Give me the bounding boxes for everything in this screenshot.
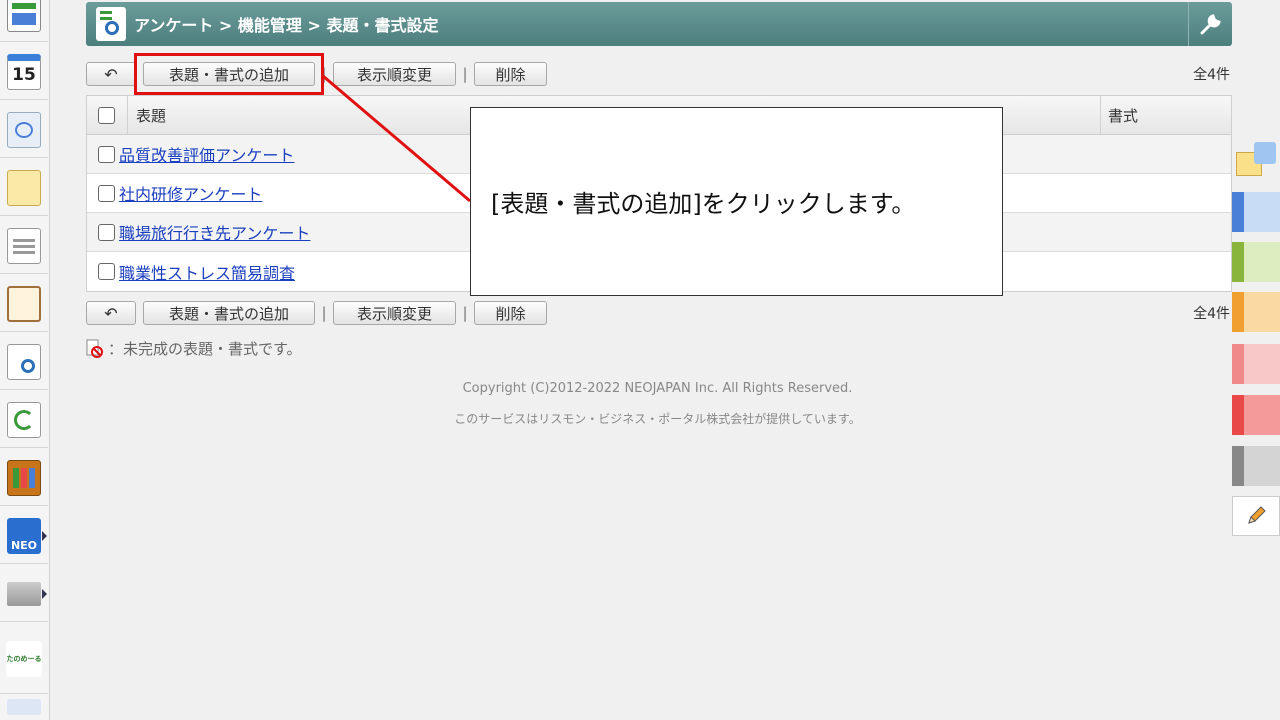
delete-button[interactable]: 削除: [474, 62, 547, 86]
sidebar-item-cabinet[interactable]: [0, 450, 48, 506]
expand-arrow-icon: [42, 530, 47, 541]
portal-icon: [7, 0, 41, 32]
incomplete-note: ：未完成の表題・書式です。: [86, 338, 302, 359]
sidebar-item-portal[interactable]: [0, 0, 48, 42]
sticky-note-icon[interactable]: [1232, 140, 1280, 188]
instruction-text: [表題・書式の追加]をクリックします。: [491, 190, 916, 218]
sidebar-item-partner[interactable]: [0, 694, 48, 720]
tanomu-logo-icon: たのめーる: [6, 640, 42, 677]
board-icon: [7, 227, 41, 264]
record-count: 全4件: [1193, 67, 1230, 83]
survey-icon: [7, 343, 41, 380]
memo-icon: [7, 169, 41, 206]
highlight-frame: [134, 53, 324, 95]
change-order-button[interactable]: 表示順変更: [333, 301, 456, 325]
column-header-format: 書式: [1108, 106, 1139, 125]
bottom-toolbar: ↶ 表題・書式の追加 | 表示順変更 | 削除 全4件: [86, 300, 1280, 326]
row-checkbox[interactable]: [98, 223, 115, 241]
column-header-title: 表題: [136, 106, 167, 125]
column-divider: [1100, 96, 1101, 134]
separator: |: [321, 304, 327, 322]
back-button[interactable]: ↶: [86, 301, 136, 325]
sidebar-item-neo[interactable]: NEO: [0, 508, 48, 564]
color-swatch-pink[interactable]: [1232, 344, 1280, 384]
row-checkbox[interactable]: [98, 184, 115, 202]
left-sidebar: 15 NEO たのめーる: [0, 0, 50, 720]
color-swatch-red[interactable]: [1232, 395, 1280, 435]
folder-icon: [7, 581, 41, 606]
survey-icon: [96, 7, 126, 41]
page-header: アンケート > 機能管理 > 表題・書式設定: [86, 2, 1232, 46]
neo-icon: NEO: [7, 517, 41, 554]
clipboard-icon: [7, 285, 41, 322]
survey-title-link[interactable]: 社内研修アンケート: [119, 181, 262, 205]
cabinet-icon: [7, 459, 41, 496]
neo-label: NEO: [10, 538, 38, 552]
sidebar-item-board[interactable]: [0, 218, 48, 274]
incomplete-note-text: ：未完成の表題・書式です。: [108, 340, 302, 358]
wrench-icon[interactable]: [1188, 2, 1232, 46]
change-order-button[interactable]: 表示順変更: [333, 62, 456, 86]
delete-button[interactable]: 削除: [474, 301, 547, 325]
survey-title-link[interactable]: 職業性ストレス簡易調査: [119, 260, 295, 284]
sidebar-item-facility[interactable]: [0, 102, 48, 158]
pencil-icon[interactable]: [1232, 496, 1280, 536]
tanomu-label: たのめーる: [6, 654, 42, 663]
survey-title-link[interactable]: 品質改善評価アンケート: [119, 142, 294, 166]
sidebar-item-memo[interactable]: [0, 160, 48, 216]
record-count: 全4件: [1193, 306, 1230, 322]
separator: |: [462, 304, 468, 322]
back-arrow-icon: ↶: [104, 303, 118, 323]
calendar-day: 15: [12, 64, 36, 85]
row-checkbox[interactable]: [98, 263, 115, 280]
partner-logo-icon: [7, 699, 41, 715]
color-swatch-orange[interactable]: [1232, 292, 1280, 332]
color-swatch-green[interactable]: [1232, 242, 1280, 282]
provider-text: このサービスはリスモン・ビジネス・ポータル株式会社が提供しています。: [454, 412, 861, 426]
facility-icon: [7, 111, 41, 148]
survey-title-link[interactable]: 職場旅行行き先アンケート: [119, 220, 310, 244]
separator: |: [462, 65, 468, 83]
sidebar-item-schedule[interactable]: 15: [0, 44, 48, 100]
back-arrow-icon: ↶: [104, 64, 118, 84]
color-swatch-blue[interactable]: [1232, 192, 1280, 232]
row-checkbox[interactable]: [98, 145, 115, 163]
sidebar-item-tanomu[interactable]: たのめーる: [0, 624, 48, 694]
select-all-checkbox[interactable]: [98, 106, 115, 124]
column-divider: [127, 96, 128, 134]
incomplete-icon: [86, 339, 104, 359]
breadcrumb: アンケート > 機能管理 > 表題・書式設定: [134, 16, 439, 35]
expand-arrow-icon: [42, 588, 47, 599]
back-button[interactable]: ↶: [86, 62, 136, 86]
copyright-text: Copyright (C)2012-2022 NEOJAPAN Inc. All…: [462, 381, 853, 396]
color-swatch-gray[interactable]: [1232, 446, 1280, 486]
calendar-icon: 15: [7, 53, 41, 90]
add-title-format-button[interactable]: 表題・書式の追加: [143, 301, 315, 325]
sidebar-item-report[interactable]: [0, 276, 48, 332]
instruction-callout: [表題・書式の追加]をクリックします。: [470, 107, 1003, 296]
sidebar-item-folder[interactable]: [0, 566, 48, 622]
